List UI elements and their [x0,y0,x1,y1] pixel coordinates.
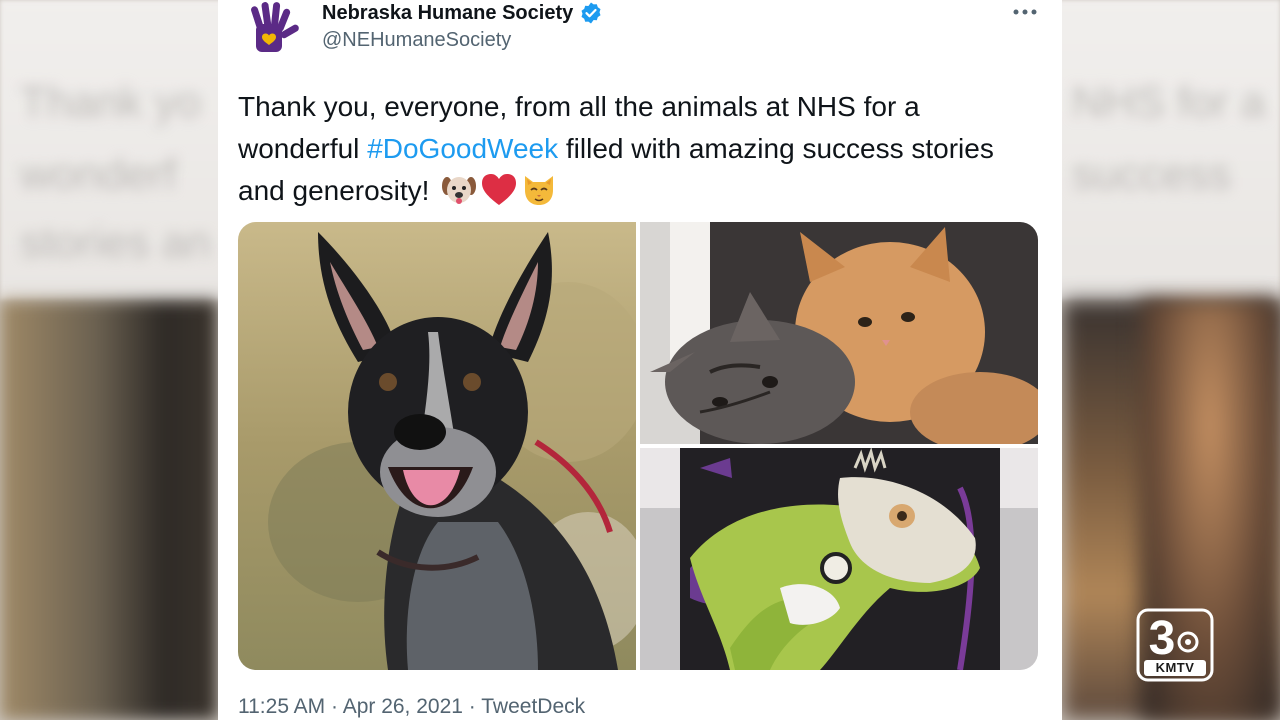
blurred-background-text: wonderf [20,150,177,199]
meta-separator: · [325,695,343,718]
blurred-background-text: NHS for a [1072,78,1266,127]
more-dots-icon [1013,9,1037,15]
dog-face-emoji [442,177,477,204]
blurred-background-text: Thank yo [20,78,201,127]
blurred-dog-photo-background [0,300,218,720]
blurred-background-text: stories an [20,218,211,267]
more-options-button[interactable] [1008,0,1042,24]
blurred-background-text: success [1072,150,1231,199]
station-call-letters: KMTV [1155,660,1195,675]
hand-heart-logo-icon [251,2,299,52]
tweet-media-grid [238,222,1038,670]
tweet-text: Thank you, everyone, from all the animal… [238,86,1028,212]
dog-photo[interactable] [238,222,636,670]
kittens-photo[interactable] [640,222,1038,444]
cat-face-emoji [525,176,554,205]
tweet-metadata: 11:25 AM · Apr 26, 2021 · TweetDeck [238,694,585,720]
author-name-text: Nebraska Humane Society [322,2,574,24]
verified-badge-icon [581,2,601,24]
channel-number: 3 [1149,612,1176,665]
author-handle[interactable]: @NEHumaneSociety [322,28,511,52]
red-heart-emoji [482,174,517,205]
tweet-source[interactable]: TweetDeck [481,695,585,718]
author-name[interactable]: Nebraska Humane Society [322,0,603,26]
tweet-time[interactable]: 11:25 AM [238,695,325,718]
meta-separator: · [462,695,482,718]
author-avatar[interactable] [246,0,304,56]
iguana-photo[interactable] [640,448,1038,670]
tweet-date[interactable]: Apr 26, 2021 [343,695,463,718]
hashtag-link[interactable]: #DoGoodWeek [367,133,558,164]
